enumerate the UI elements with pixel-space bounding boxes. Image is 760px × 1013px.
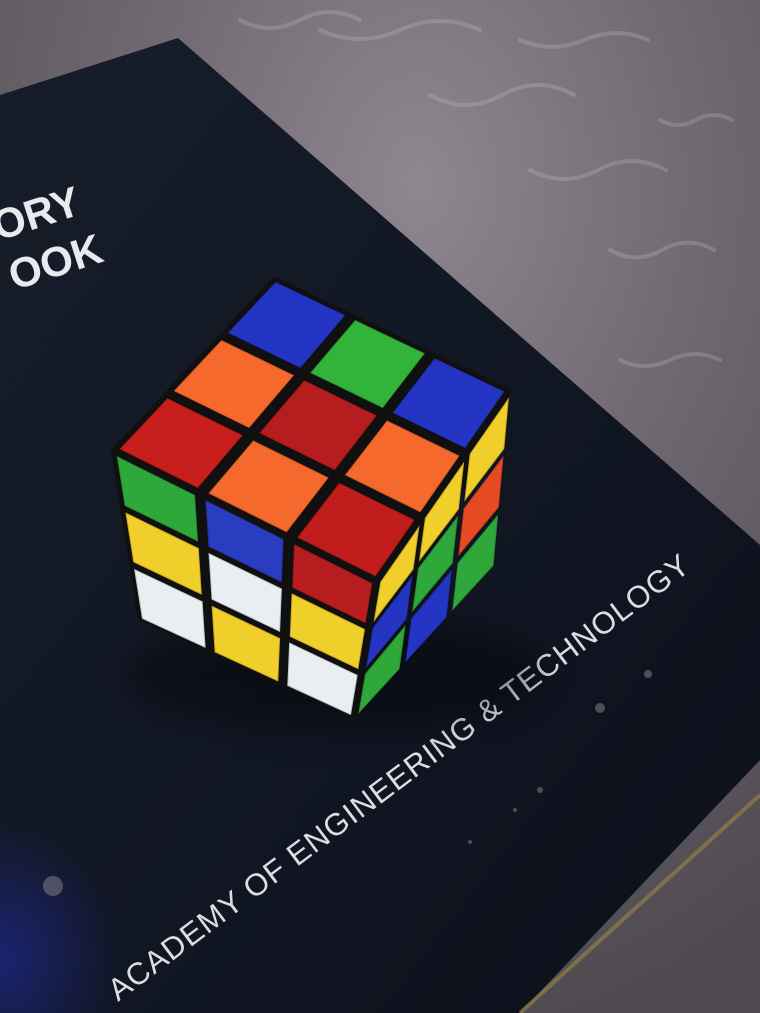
photo-scene: ORY OOK ACADEMY OF ENGINEERING & TECHNOL… <box>0 0 760 1013</box>
